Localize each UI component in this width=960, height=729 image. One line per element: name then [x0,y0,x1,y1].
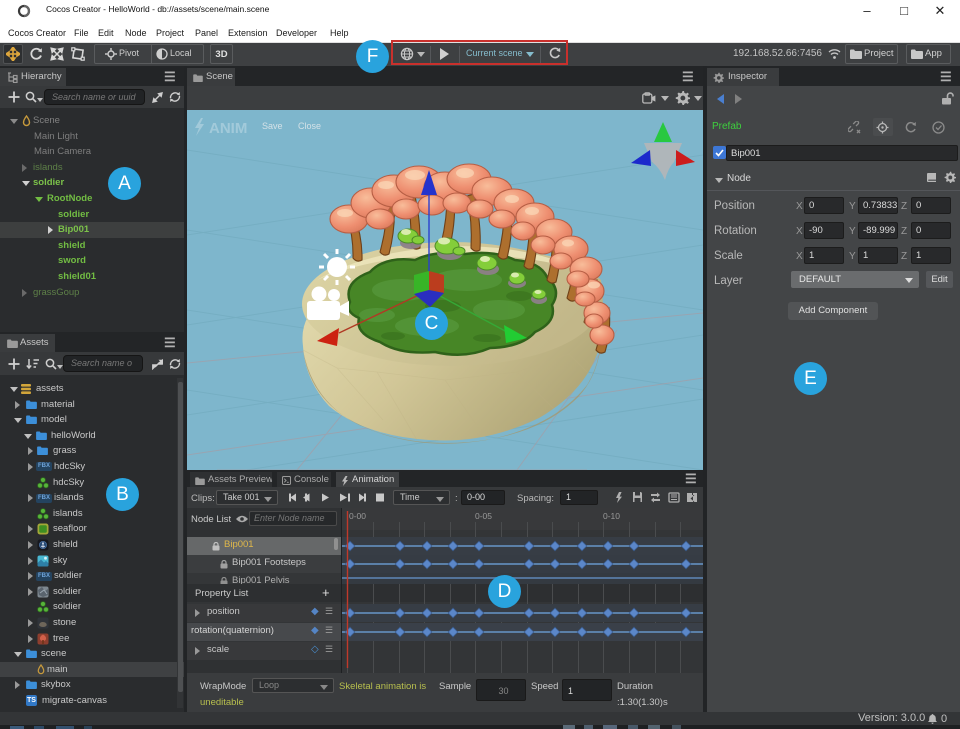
svg-text:Close: Close [298,121,321,131]
svg-text:Save: Save [262,121,283,131]
svg-text:ANIM: ANIM [209,120,247,137]
